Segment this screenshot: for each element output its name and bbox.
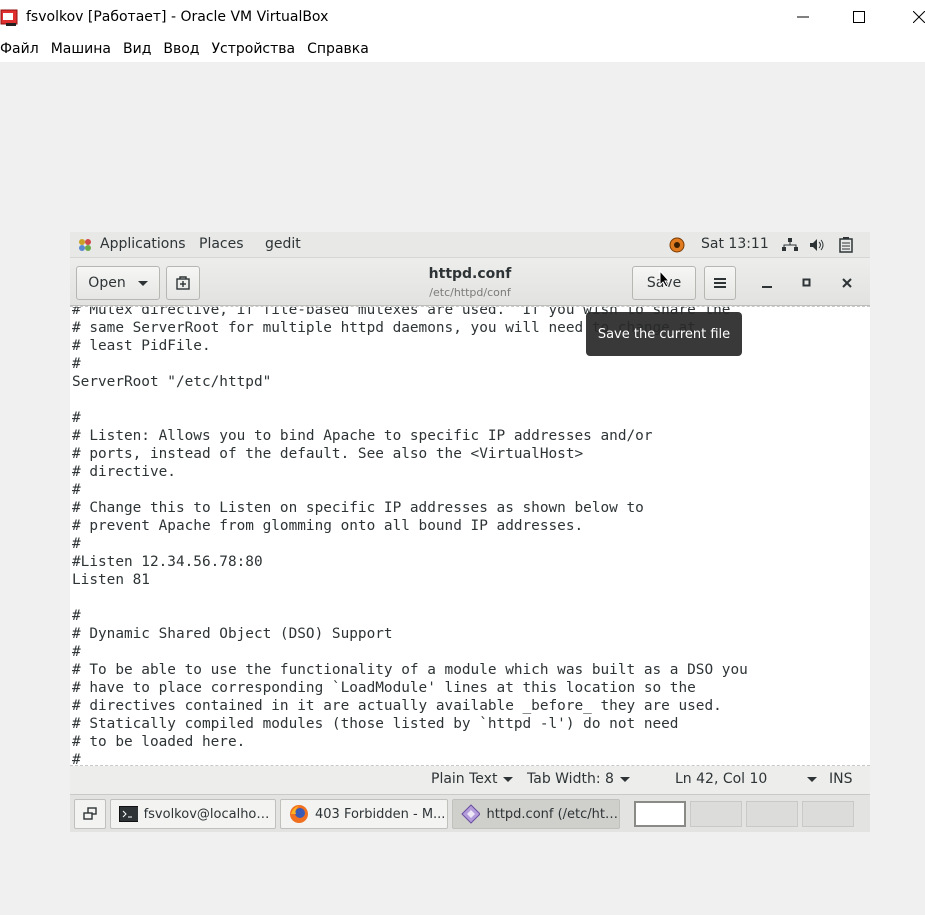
clock[interactable]: Sat 13:11 bbox=[701, 236, 769, 252]
insert-mode-label: INS bbox=[829, 771, 853, 787]
menu-devices[interactable]: Устройства bbox=[212, 41, 308, 57]
host-menubar: Файл Машина Вид Ввод Устройства Справка bbox=[0, 36, 925, 62]
code-line: # directives contained in it are actuall… bbox=[72, 698, 722, 714]
close-button[interactable] bbox=[896, 0, 925, 34]
notification-icon[interactable] bbox=[669, 237, 685, 253]
workspace-2[interactable] bbox=[690, 801, 742, 827]
mouse-pointer-icon bbox=[659, 270, 671, 288]
gedit-close-button[interactable] bbox=[834, 270, 860, 296]
guest-desktop: Applications Places gedit Sat 13:11 Open bbox=[70, 232, 870, 832]
maximize-icon bbox=[853, 11, 865, 23]
workspace-3[interactable] bbox=[746, 801, 798, 827]
menu-file[interactable]: Файл bbox=[0, 41, 51, 57]
code-line: ServerRoot "/etc/httpd" bbox=[72, 374, 272, 390]
task-gedit[interactable]: httpd.conf (/etc/htt... bbox=[452, 799, 620, 829]
cursor-position-selector[interactable]: Ln 42, Col 10 bbox=[675, 771, 818, 787]
insert-mode-indicator[interactable]: INS bbox=[829, 771, 853, 787]
new-document-button[interactable] bbox=[166, 266, 200, 300]
network-icon[interactable] bbox=[782, 238, 798, 252]
code-line: Listen 81 bbox=[72, 572, 150, 588]
code-line: # bbox=[72, 608, 81, 624]
battery-icon[interactable] bbox=[839, 237, 853, 253]
hamburger-menu-button[interactable] bbox=[704, 266, 736, 300]
task-terminal[interactable]: fsvolkov@localhost:... bbox=[110, 799, 276, 829]
code-line: # Dynamic Shared Object (DSO) Support bbox=[72, 626, 393, 642]
firefox-icon bbox=[290, 805, 308, 823]
virtualbox-icon bbox=[0, 9, 18, 26]
cursor-position-label: Ln 42, Col 10 bbox=[675, 771, 768, 787]
code-line: # prevent Apache from glomming onto all … bbox=[72, 518, 584, 534]
minimize-icon bbox=[762, 286, 772, 288]
document-path: /etc/httpd/conf bbox=[429, 286, 511, 299]
show-desktop-icon bbox=[83, 807, 97, 820]
show-desktop-button[interactable] bbox=[74, 799, 106, 829]
gedit-headerbar: Open httpd.conf /etc/httpd/conf Save bbox=[70, 258, 870, 306]
maximize-button[interactable] bbox=[836, 0, 882, 34]
open-button[interactable]: Open bbox=[76, 266, 160, 300]
close-icon bbox=[913, 11, 925, 23]
volume-icon[interactable] bbox=[809, 238, 825, 252]
workspace-1[interactable] bbox=[634, 801, 686, 827]
menu-machine[interactable]: Машина bbox=[51, 41, 123, 57]
places-menu[interactable]: Places bbox=[199, 236, 244, 252]
code-line: # bbox=[72, 482, 81, 498]
gedit-statusbar: Plain Text Tab Width: 8 Ln 42, Col 10 IN… bbox=[70, 766, 870, 794]
applications-icon bbox=[79, 239, 91, 251]
code-line: # Statically compiled modules (those lis… bbox=[72, 716, 679, 732]
host-window-title: fsvolkov [Работает] - Oracle VM VirtualB… bbox=[26, 9, 329, 25]
terminal-icon bbox=[119, 806, 138, 822]
code-line: # ports, instead of the default. See als… bbox=[72, 446, 584, 462]
menu-help[interactable]: Справка bbox=[307, 41, 381, 57]
task-firefox[interactable]: 403 Forbidden - M... bbox=[280, 799, 448, 829]
applications-menu[interactable]: Applications bbox=[100, 236, 186, 252]
workspace-4[interactable] bbox=[802, 801, 854, 827]
task-label: httpd.conf (/etc/htt... bbox=[486, 806, 619, 822]
code-line: # directive. bbox=[72, 464, 176, 480]
open-label: Open bbox=[88, 275, 126, 291]
document-title: httpd.conf bbox=[428, 266, 512, 282]
syntax-selector[interactable]: Plain Text bbox=[431, 771, 514, 787]
code-line: # bbox=[72, 752, 81, 766]
code-line: # have to place corresponding `LoadModul… bbox=[72, 680, 696, 696]
close-icon bbox=[842, 278, 852, 288]
minimize-button[interactable] bbox=[780, 0, 826, 34]
code-line: # bbox=[72, 536, 81, 552]
code-line: # Change this to Listen on specific IP a… bbox=[72, 500, 644, 516]
code-line: # bbox=[72, 644, 81, 660]
code-line: # bbox=[72, 410, 81, 426]
menu-input[interactable]: Ввод bbox=[163, 41, 211, 57]
syntax-label: Plain Text bbox=[431, 771, 498, 787]
menu-view[interactable]: Вид bbox=[123, 41, 163, 57]
chevron-down-icon bbox=[137, 280, 148, 286]
maximize-icon bbox=[802, 278, 811, 287]
code-line: # to be loaded here. bbox=[72, 734, 246, 750]
new-document-icon bbox=[176, 276, 190, 290]
code-line: # To be able to use the functionality of… bbox=[72, 662, 748, 678]
app-menu[interactable]: gedit bbox=[265, 236, 301, 252]
chevron-down-icon bbox=[619, 776, 630, 782]
window-list: fsvolkov@localhost:... 403 Forbidden - M… bbox=[70, 794, 870, 832]
minimize-icon bbox=[797, 16, 809, 18]
chevron-down-icon bbox=[503, 776, 514, 782]
code-line: # Listen: Allows you to bind Apache to s… bbox=[72, 428, 653, 444]
task-label: fsvolkov@localhost:... bbox=[143, 806, 275, 822]
code-line: # least PidFile. bbox=[72, 338, 211, 354]
gedit-minimize-button[interactable] bbox=[754, 270, 780, 296]
task-label: 403 Forbidden - M... bbox=[315, 806, 446, 822]
gedit-maximize-button[interactable] bbox=[794, 270, 820, 296]
gnome-topbar: Applications Places gedit Sat 13:11 bbox=[70, 232, 870, 258]
hamburger-icon bbox=[714, 278, 726, 288]
code-line: #Listen 12.34.56.78:80 bbox=[72, 554, 263, 570]
tab-width-label: Tab Width: 8 bbox=[527, 771, 614, 787]
code-line: # bbox=[72, 356, 81, 372]
host-titlebar: fsvolkov [Работает] - Oracle VM VirtualB… bbox=[0, 0, 925, 36]
save-tooltip: Save the current file bbox=[586, 312, 742, 356]
tab-width-selector[interactable]: Tab Width: 8 bbox=[527, 771, 630, 787]
chevron-down-icon bbox=[807, 776, 818, 782]
gedit-icon bbox=[461, 804, 481, 824]
text-editor[interactable]: # Mutex directive, if file-based mutexes… bbox=[70, 306, 870, 766]
